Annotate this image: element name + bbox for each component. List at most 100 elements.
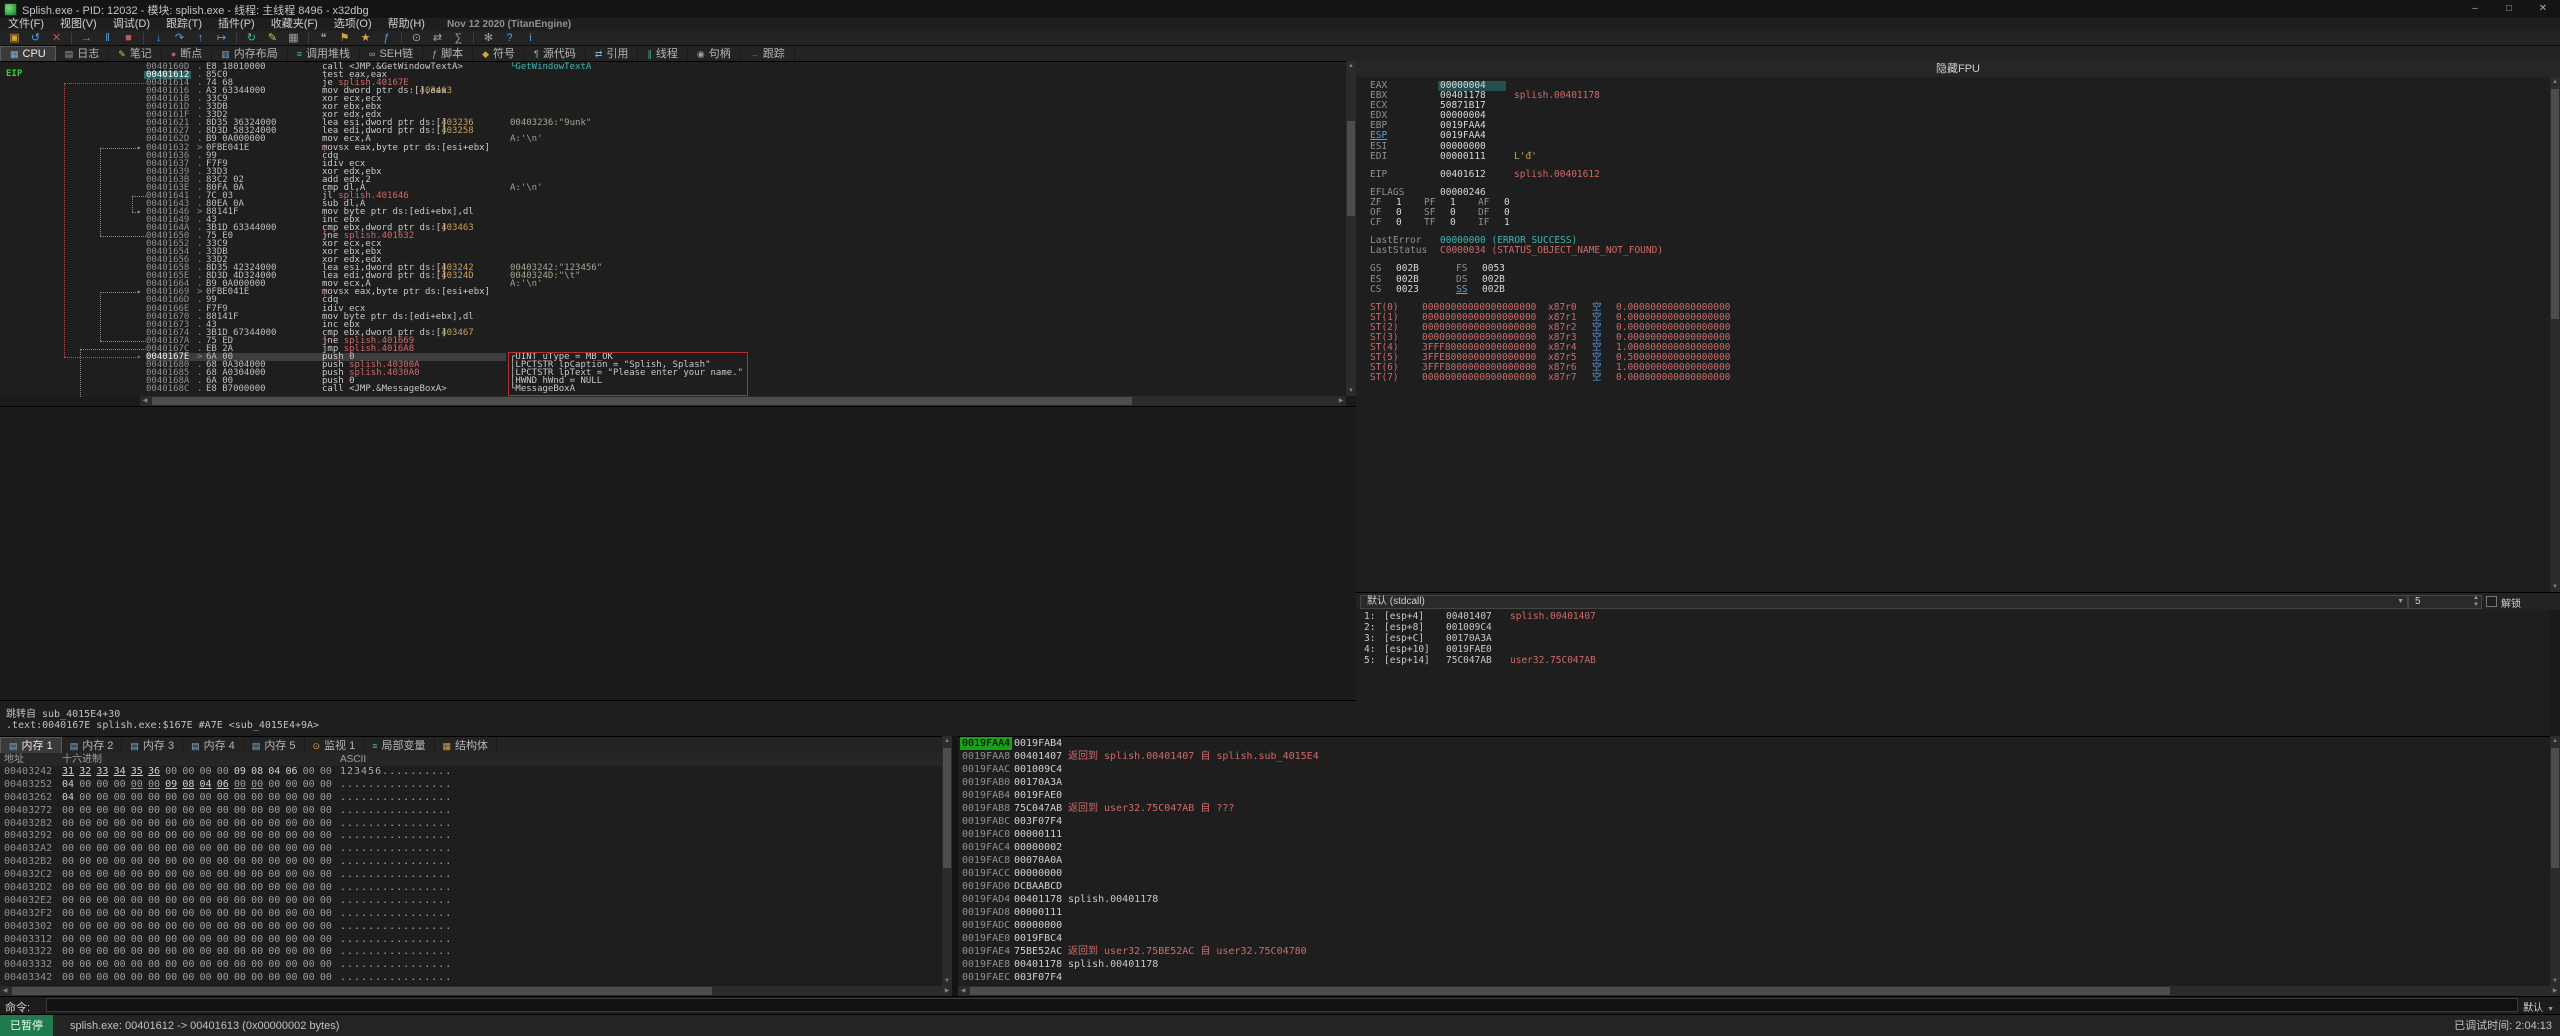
register-row[interactable]: ESI 00000000: [1370, 141, 2550, 152]
tab-memory-2[interactable]: ▤ 内存 2: [62, 738, 123, 754]
register-row[interactable]: EDI 00000111 L'đ': [1370, 151, 2550, 162]
find-button[interactable]: ⊙: [407, 32, 426, 45]
calculator-button[interactable]: ∑: [449, 32, 468, 45]
menu-item[interactable]: 选项(O): [326, 18, 380, 31]
bookmark-button[interactable]: ★: [356, 32, 375, 45]
assemble-button[interactable]: ✎: [263, 32, 282, 45]
stack-row[interactable]: 0019FAE0 0019FBC4: [958, 932, 2550, 945]
tab-breakpoints[interactable]: ● 断点: [162, 47, 213, 61]
step-over-button[interactable]: ↷: [170, 32, 189, 45]
disasm-horizontal-scrollbar[interactable]: ◀ ▶: [140, 396, 1346, 406]
run-button[interactable]: →: [77, 32, 96, 45]
menu-item[interactable]: 收藏夹(F): [263, 18, 326, 31]
register-row[interactable]: GS 002B FS 0053: [1370, 264, 2550, 274]
register-row[interactable]: EFLAGS 00000246: [1370, 187, 2550, 198]
stack-row[interactable]: 0019FAE4 75BE52AC 返回到 user32.75BE52AC 自 us…: [958, 945, 2550, 958]
register-row[interactable]: CS 0023 SS 002B: [1370, 284, 2550, 295]
stack-row[interactable]: 0019FAEC 003F07F4: [958, 971, 2550, 984]
stack-row[interactable]: 0019FAD4 00401178 splish.00401178: [958, 893, 2550, 906]
stack-row[interactable]: 0019FAC4 00000002: [958, 841, 2550, 854]
tab-script[interactable]: ƒ 脚本: [423, 47, 474, 61]
stack-row[interactable]: 0019FAA4 0019FAB4: [958, 737, 2550, 750]
menu-item[interactable]: 视图(V): [52, 18, 105, 31]
memory-scrollbar[interactable]: ▲ ▼: [942, 736, 952, 986]
step-into-button[interactable]: ↓: [149, 32, 168, 45]
disasm-vertical-scrollbar[interactable]: ▲ ▼: [1346, 61, 1356, 396]
close-button[interactable]: ✕: [2526, 0, 2560, 18]
memory-row[interactable]: 004032A2 00 00 00 00 00 00 00 00 00 00 00 00 00 00 00 00…: [0, 843, 942, 856]
tab-cpu[interactable]: ▦ CPU: [0, 46, 56, 61]
tab-threads[interactable]: ∥ 线程: [638, 47, 688, 61]
stack-row[interactable]: 0019FAC8 00070A0A: [958, 854, 2550, 867]
hide-fpu-button[interactable]: 隐藏FPU: [1356, 61, 2560, 78]
stack-row[interactable]: 0019FAC0 00000111: [958, 828, 2550, 841]
argument-count-stepper[interactable]: 5 ▲ ▼: [2408, 595, 2482, 609]
register-row[interactable]: ECX 50871B17: [1370, 101, 2550, 111]
memory-row[interactable]: 00403282 00 00 00 00 00 00 00 00 00 00 00 00 00 00 00 00…: [0, 818, 942, 831]
tab-source[interactable]: ¶ 源代码: [525, 47, 586, 61]
fpu-register-row[interactable]: ST(5) 3FFE8000000000000000 x87r5 空 0.5000000…: [1370, 353, 2550, 363]
register-row[interactable]: ZF 1 PF 1 AF 0: [1370, 197, 2550, 208]
memory-row[interactable]: 00403342 00 00 00 00 00 00 00 00 00 00 00 00 00 00 00 00…: [0, 972, 942, 985]
tab-memory-4[interactable]: ▤ 内存 4: [183, 738, 244, 754]
stack-row[interactable]: 0019FAB8 75C047AB 返回到 user32.75C047AB 自 ??…: [958, 802, 2550, 815]
memory-row[interactable]: 00403292 00 00 00 00 00 00 00 00 00 00 00 00 00 00 00 00…: [0, 830, 942, 843]
tab-memory-1[interactable]: ▤ 内存 1: [0, 737, 62, 754]
memory-row[interactable]: 00403242 31 32 33 34 35 36 00 00 00 00 09 08 04 06 00 00…: [0, 766, 942, 779]
fpu-register-row[interactable]: ST(3) 00000000000000000000 x87r3 空 0.0000000…: [1370, 332, 2550, 343]
function-button[interactable]: ƒ: [377, 32, 396, 45]
stack-row[interactable]: 0019FAA8 00401407 返回到 splish.00401407 自 sp…: [958, 750, 2550, 763]
register-row[interactable]: LastStatus C0000034 (STATUS_OBJECT_NAME_N…: [1370, 246, 2550, 256]
fpu-register-row[interactable]: ST(1) 00000000000000000000 x87r1 空 0.0000000…: [1370, 312, 2550, 323]
memory-row[interactable]: 004032B2 00 00 00 00 00 00 00 00 00 00 00 00 00 00 00 00…: [0, 856, 942, 869]
menu-item[interactable]: 跟踪(T): [158, 18, 210, 31]
memory-row[interactable]: 00403252 04 00 00 00 00 00 09 08 04 06 00 00 00 00 00 00…: [0, 779, 942, 792]
tab-symbols[interactable]: ◆ 符号: [473, 47, 526, 61]
help-button[interactable]: ?: [500, 32, 519, 45]
comment-button[interactable]: ❝: [314, 32, 333, 45]
tab-notes[interactable]: ✎ 笔记: [109, 47, 162, 61]
stack-row[interactable]: 0019FAB4 0019FAE0: [958, 789, 2550, 802]
memory-row[interactable]: 004032D2 00 00 00 00 00 00 00 00 00 00 00 00 00 00 00 00…: [0, 882, 942, 895]
tab-struct[interactable]: ▦ 结构体: [435, 738, 498, 754]
stack-horizontal-scrollbar[interactable]: ◀ ▶: [958, 986, 2560, 996]
register-row[interactable]: ES 002B DS 002B: [1370, 274, 2550, 285]
argument-row[interactable]: 3: [esp+C] 00170A3A: [1364, 633, 2550, 644]
stack-pane[interactable]: 0019FAA4 0019FAB4 0019FAA8 00401407 返回到 spli…: [958, 736, 2550, 987]
close-process-button[interactable]: ✕: [47, 32, 66, 45]
register-row[interactable]: ESP 0019FAA4: [1370, 131, 2550, 141]
tab-handles[interactable]: ◉ 句柄: [688, 47, 741, 61]
memory-row[interactable]: 00403332 00 00 00 00 00 00 00 00 00 00 00 00 00 00 00 00…: [0, 959, 942, 972]
register-row[interactable]: EIP 00401612 splish.00401612: [1370, 169, 2550, 180]
calling-convention-select[interactable]: 默认 (stdcall) ▼: [1360, 595, 2408, 609]
memory-row[interactable]: 004032E2 00 00 00 00 00 00 00 00 00 00 00 00 00 00 00 00…: [0, 895, 942, 908]
stack-scrollbar[interactable]: ▲ ▼: [2550, 736, 2560, 986]
register-row[interactable]: OF 0 SF 0 DF 0: [1370, 207, 2550, 218]
memory-row[interactable]: 00403272 00 00 00 00 00 00 00 00 00 00 00 00 00 00 00 00…: [0, 805, 942, 818]
minimize-button[interactable]: –: [2458, 0, 2492, 18]
tab-memory-5[interactable]: ▤ 内存 5: [244, 738, 305, 754]
tab-memory-3[interactable]: ▤ 内存 3: [122, 738, 184, 754]
memory-row[interactable]: 00403322 00 00 00 00 00 00 00 00 00 00 00 00 00 00 00 00…: [0, 946, 942, 959]
memory-row[interactable]: 00403262 04 00 00 00 00 00 00 00 00 00 00 00 00 00 00 00…: [0, 792, 942, 805]
stack-row[interactable]: 0019FADC 00000000: [958, 919, 2550, 932]
argument-row[interactable]: 5: [esp+14] 75C047AB user32.75C047AB: [1364, 655, 2550, 666]
argument-row[interactable]: 1: [esp+4] 00401407 splish.00401407: [1364, 611, 2550, 622]
tab-locals[interactable]: ≡ 局部变量: [364, 738, 435, 754]
fpu-register-row[interactable]: ST(0) 00000000000000000000 x87r0 空 0.0000000…: [1370, 302, 2550, 313]
memory-row[interactable]: 00403302 00 00 00 00 00 00 00 00 00 00 00 00 00 00 00 00…: [0, 921, 942, 934]
maximize-button[interactable]: □: [2492, 0, 2526, 18]
register-row[interactable]: EBP 0019FAA4: [1370, 121, 2550, 131]
refresh-button[interactable]: ↻: [242, 32, 261, 45]
stack-row[interactable]: 0019FAD0 DCBAABCD: [958, 880, 2550, 893]
restart-button[interactable]: ↺: [26, 32, 45, 45]
register-row[interactable]: EDX 00000004: [1370, 111, 2550, 121]
fpu-register-row[interactable]: ST(7) 00000000000000000000 x87r7 空 0.0000000…: [1370, 373, 2550, 383]
menu-item[interactable]: 文件(F): [0, 18, 52, 31]
fpu-register-row[interactable]: ST(4) 3FFF8000000000000000 x87r4 空 1.0000000…: [1370, 342, 2550, 353]
argument-row[interactable]: 4: [esp+10] 0019FAE0: [1364, 644, 2550, 655]
command-language-select[interactable]: 默认 ▼: [2523, 999, 2554, 1014]
stack-row[interactable]: 0019FAAC 001009C4: [958, 763, 2550, 776]
register-row[interactable]: EBX 00401178 splish.00401178: [1370, 90, 2550, 101]
patches-button[interactable]: ▦: [284, 32, 303, 45]
